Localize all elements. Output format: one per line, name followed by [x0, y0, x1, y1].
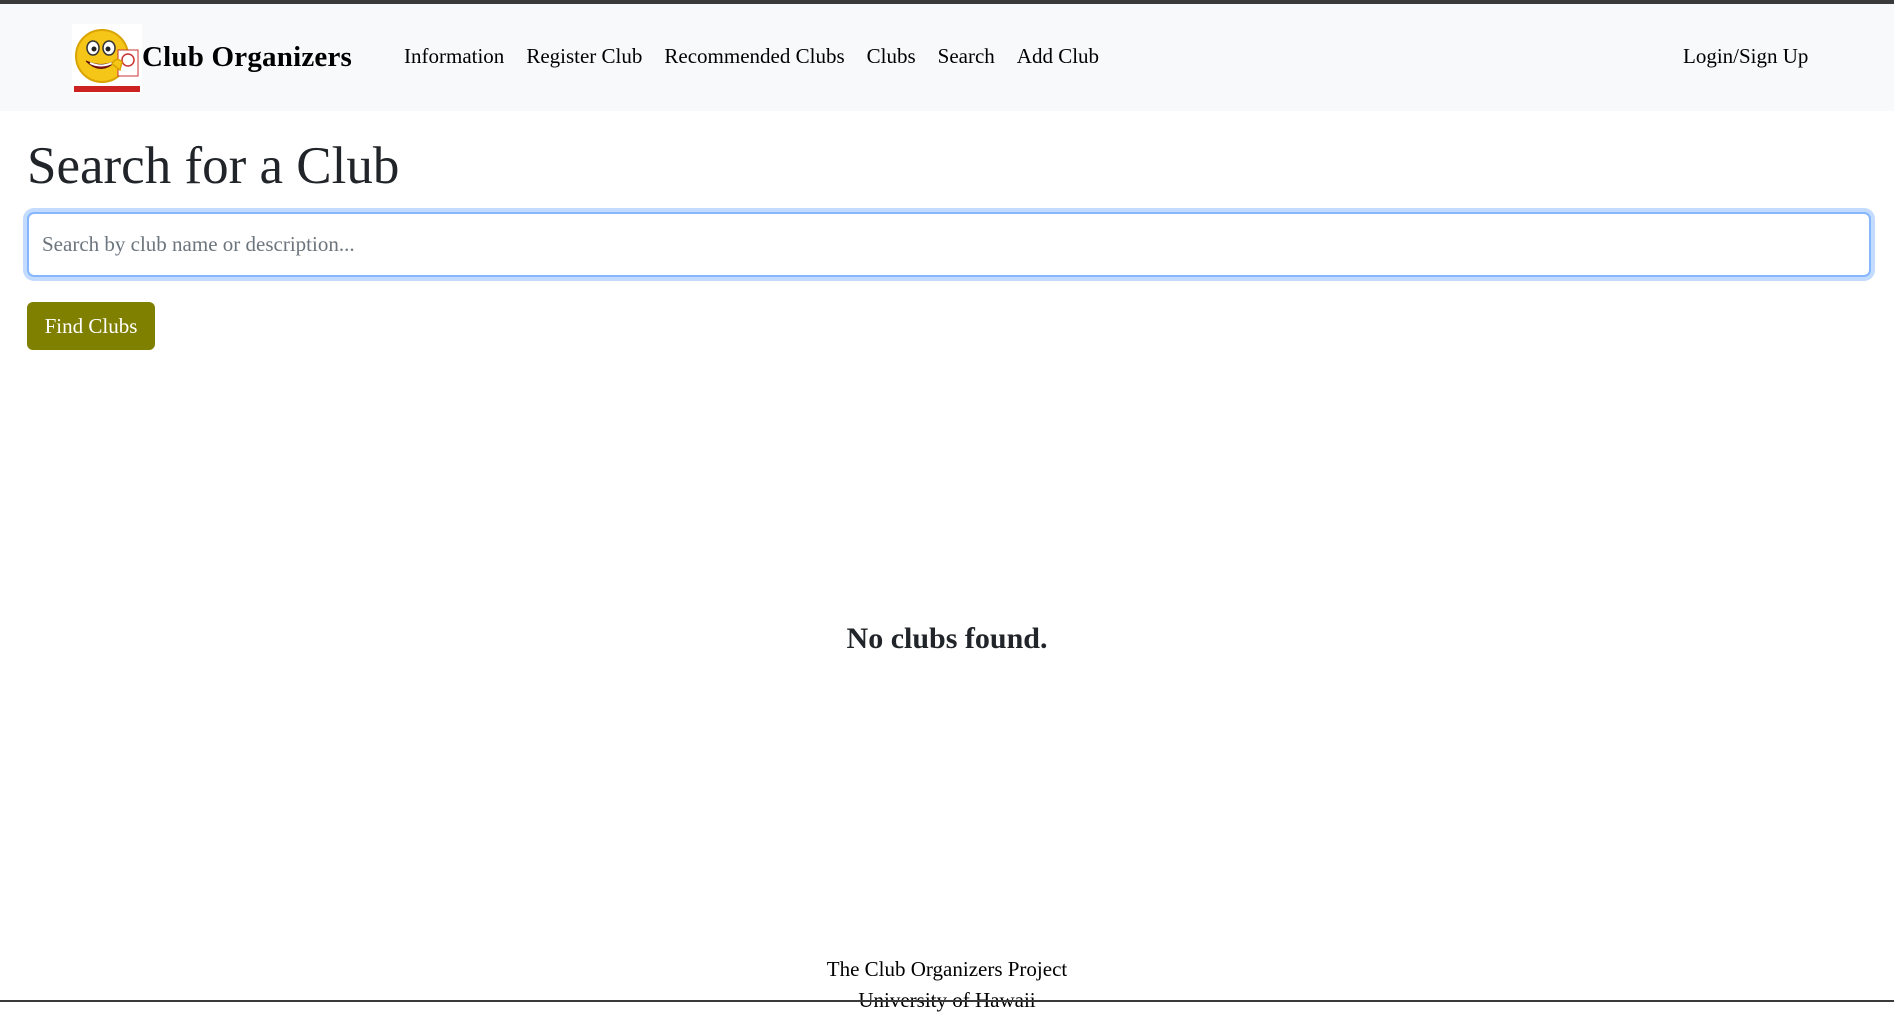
nav-link-recommended-clubs[interactable]: Recommended Clubs — [664, 44, 844, 69]
navbar: Club Organizers Information Register Clu… — [0, 4, 1894, 111]
login-signup-link[interactable]: Login/Sign Up — [1683, 44, 1808, 69]
no-results-message: No clubs found. — [846, 622, 1048, 655]
nav-link-add-club[interactable]: Add Club — [1017, 44, 1099, 69]
search-input[interactable] — [27, 212, 1871, 277]
smiley-logo-icon — [72, 24, 142, 94]
nav-links: Information Register Club Recommended Cl… — [404, 44, 1121, 69]
footer-project-name: The Club Organizers Project — [826, 957, 1068, 981]
footer: The Club Organizers Project University o… — [0, 954, 1894, 1016]
nav-link-information[interactable]: Information — [404, 44, 504, 69]
page-title: Search for a Club — [27, 137, 400, 195]
find-clubs-button[interactable]: Find Clubs — [27, 302, 155, 350]
brand-name[interactable]: Club Organizers — [142, 41, 352, 74]
nav-link-register-club[interactable]: Register Club — [526, 44, 642, 69]
nav-link-clubs[interactable]: Clubs — [867, 44, 916, 69]
brand[interactable]: Club Organizers — [72, 24, 352, 94]
nav-link-search[interactable]: Search — [938, 44, 995, 69]
